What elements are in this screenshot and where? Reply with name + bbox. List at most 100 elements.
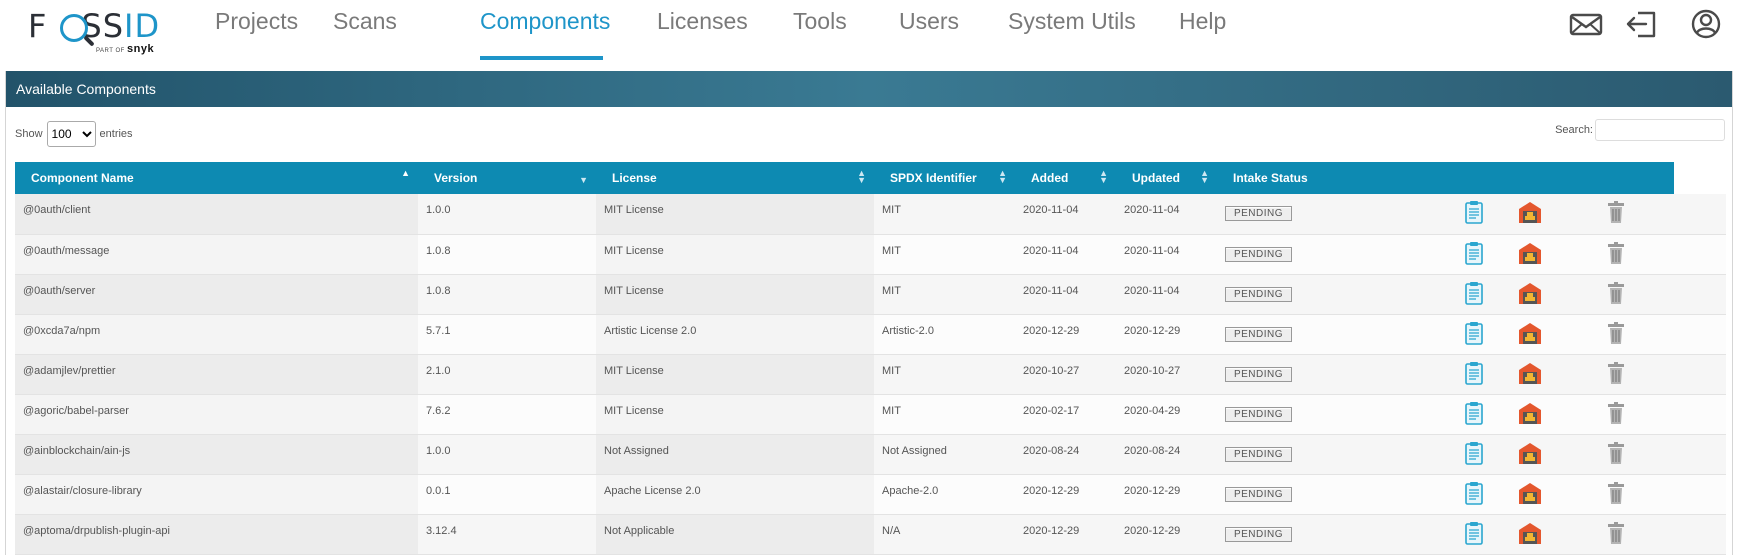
cell-blank — [1391, 514, 1446, 555]
cell-license: MIT License — [596, 354, 874, 395]
clipboard-icon[interactable] — [1464, 281, 1484, 305]
cell-warehouse — [1502, 394, 1558, 435]
column-header-added[interactable]: Added ▲ ▼ — [1015, 162, 1116, 194]
clipboard-icon[interactable] — [1464, 481, 1484, 505]
warehouse-icon[interactable] — [1518, 401, 1542, 425]
nav-components[interactable]: Components — [480, 8, 610, 35]
clipboard-icon[interactable] — [1464, 200, 1484, 224]
cell-warehouse — [1502, 514, 1558, 555]
nav-tools[interactable]: Tools — [793, 8, 847, 35]
fossid-logo[interactable]: F SSID PART OF snyk — [26, 5, 176, 55]
nav-system-utils[interactable]: System Utils — [1008, 8, 1136, 35]
cell-intake-status: PENDING — [1217, 434, 1391, 475]
cell-warehouse — [1502, 354, 1558, 395]
warehouse-icon[interactable] — [1518, 521, 1542, 545]
status-badge: PENDING — [1225, 446, 1292, 462]
entries-select[interactable]: 100 — [46, 121, 96, 147]
mail-icon[interactable] — [1568, 8, 1604, 40]
column-header-intake-status[interactable]: Intake Status — [1217, 162, 1391, 194]
cell-report — [1446, 514, 1502, 555]
logo-wordmark: F SSID — [28, 7, 161, 45]
show-label: Show — [15, 128, 43, 140]
cell-spdx: Not Assigned — [874, 434, 1015, 475]
nav-help[interactable]: Help — [1179, 8, 1226, 35]
trash-icon[interactable] — [1606, 241, 1626, 265]
trash-icon[interactable] — [1606, 200, 1626, 224]
cell-component-name[interactable]: @agoric/babel-parser — [15, 394, 418, 435]
trash-icon[interactable] — [1606, 321, 1626, 345]
status-badge: PENDING — [1225, 206, 1292, 221]
cell-added: 2020-02-17 — [1015, 394, 1116, 435]
column-header-spdx-identifier[interactable]: SPDX Identifier ▲ ▼ — [874, 162, 1015, 194]
entries-length-control: Show 100 entries — [15, 121, 133, 147]
column-header-component-name[interactable]: Component Name ▲ — [15, 162, 418, 194]
clipboard-icon[interactable] — [1464, 241, 1484, 265]
cell-component-name[interactable]: @0auth/message — [15, 234, 418, 275]
clipboard-icon[interactable] — [1464, 321, 1484, 345]
cell-report — [1446, 434, 1502, 475]
column-header-license[interactable]: License ▲ ▼ — [596, 162, 874, 194]
nav-licenses[interactable]: Licenses — [657, 8, 748, 35]
warehouse-icon[interactable] — [1518, 241, 1542, 265]
column-header-version[interactable]: Version ▼ — [418, 162, 596, 194]
cell-license: Not Applicable — [596, 514, 874, 555]
cell-component-name[interactable]: @adamjlev/prettier — [15, 354, 418, 395]
nav-users[interactable]: Users — [899, 8, 959, 35]
table-row: @0auth/message 1.0.8 MIT License MIT 202… — [15, 234, 1726, 275]
table-row: @0xcda7a/npm 5.7.1 Artistic License 2.0 … — [15, 314, 1726, 355]
cell-component-name[interactable]: @0xcda7a/npm — [15, 314, 418, 355]
cell-delete — [1558, 234, 1675, 275]
trash-icon[interactable] — [1606, 441, 1626, 465]
cell-version: 2.1.0 — [418, 354, 596, 395]
cell-component-name[interactable]: @aptoma/drpublish-plugin-api — [15, 514, 418, 555]
cell-blank — [1674, 514, 1726, 555]
magnifier-icon — [60, 14, 88, 42]
user-account-icon[interactable] — [1688, 8, 1724, 40]
clipboard-icon[interactable] — [1464, 361, 1484, 385]
cell-updated: 2020-10-27 — [1116, 354, 1217, 395]
cell-version: 1.0.8 — [418, 234, 596, 275]
cell-blank — [1674, 274, 1726, 315]
entries-label: entries — [99, 128, 133, 140]
column-label: Updated — [1132, 171, 1180, 185]
cell-blank — [1674, 194, 1726, 235]
cell-spdx: MIT — [874, 274, 1015, 315]
cell-component-name[interactable]: @alastair/closure-library — [15, 474, 418, 515]
table-header-row: Component Name ▲ Version ▼ License ▲ ▼ SPDX … — [15, 162, 1726, 194]
cell-spdx: Apache-2.0 — [874, 474, 1015, 515]
trash-icon[interactable] — [1606, 481, 1626, 505]
cell-version: 5.7.1 — [418, 314, 596, 355]
clipboard-icon[interactable] — [1464, 441, 1484, 465]
column-label: Component Name — [31, 171, 134, 185]
warehouse-icon[interactable] — [1518, 441, 1542, 465]
cell-version: 7.6.2 — [418, 394, 596, 435]
column-header-updated[interactable]: Updated ▲ ▼ — [1116, 162, 1217, 194]
trash-icon[interactable] — [1606, 361, 1626, 385]
cell-component-name[interactable]: @0auth/server — [15, 274, 418, 315]
table-row: @0auth/client 1.0.0 MIT License MIT 2020… — [15, 194, 1726, 235]
trash-icon[interactable] — [1606, 281, 1626, 305]
trash-icon[interactable] — [1606, 521, 1626, 545]
cell-license: MIT License — [596, 234, 874, 275]
status-badge: PENDING — [1225, 526, 1292, 542]
cell-component-name[interactable]: @0auth/client — [15, 194, 418, 235]
cell-license: Artistic License 2.0 — [596, 314, 874, 355]
trash-icon[interactable] — [1606, 401, 1626, 425]
logout-icon[interactable] — [1624, 8, 1660, 40]
warehouse-icon[interactable] — [1518, 200, 1542, 224]
cell-component-name[interactable]: @ainblockchain/ain-js — [15, 434, 418, 475]
warehouse-icon[interactable] — [1518, 361, 1542, 385]
clipboard-icon[interactable] — [1464, 401, 1484, 425]
cell-intake-status: PENDING — [1217, 514, 1391, 555]
nav-projects[interactable]: Projects — [215, 8, 298, 35]
cell-intake-status: PENDING — [1217, 234, 1391, 275]
clipboard-icon[interactable] — [1464, 521, 1484, 545]
cell-blank — [1391, 194, 1446, 235]
warehouse-icon[interactable] — [1518, 481, 1542, 505]
nav-scans[interactable]: Scans — [333, 8, 397, 35]
column-label: Added — [1031, 171, 1069, 185]
search-input[interactable] — [1595, 119, 1725, 141]
sort-both-icon: ▲ ▼ — [857, 168, 866, 185]
warehouse-icon[interactable] — [1518, 281, 1542, 305]
warehouse-icon[interactable] — [1518, 321, 1542, 345]
